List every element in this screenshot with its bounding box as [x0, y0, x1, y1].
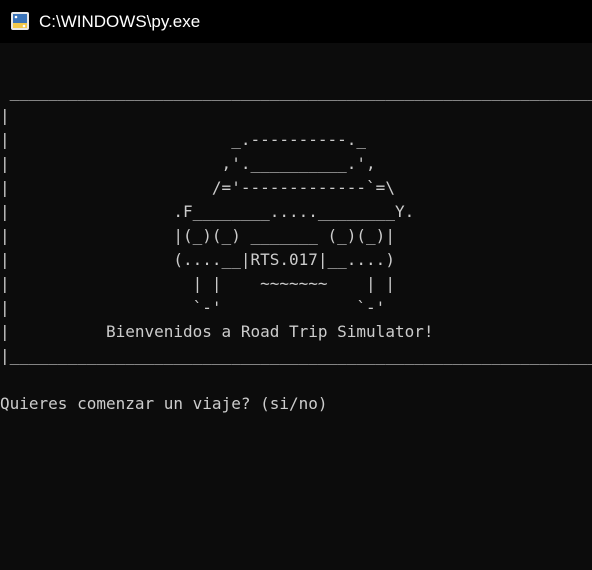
console-line: |_______________________________________…: [0, 346, 592, 365]
console-line: | Bienvenidos a Road Trip Simulator! |: [0, 322, 592, 341]
console-output: ________________________________________…: [0, 80, 592, 416]
title-bar: C:\WINDOWS\py.exe: [0, 0, 592, 43]
console-line: ________________________________________…: [0, 82, 592, 101]
console-line: | _.----------._ |: [0, 130, 592, 149]
console-line: | `-' `-' |: [0, 298, 592, 317]
console-line: | |(_)(_) _______ (_)(_)| |: [0, 226, 592, 245]
console-line: | (....__|RTS.017|__....) |: [0, 250, 592, 269]
window-title: C:\WINDOWS\py.exe: [39, 12, 201, 31]
console-line: | | | ~~~~~~~ | | |: [0, 274, 592, 293]
console-line: | ,'.__________.', |: [0, 154, 592, 173]
python-console-icon: [11, 12, 29, 30]
console-line: | /='-------------`=\ |: [0, 178, 592, 197]
console-line: | .F________.....________Y. |: [0, 202, 592, 221]
console-area[interactable]: ________________________________________…: [0, 43, 592, 570]
console-line: | |: [0, 106, 592, 125]
prompt-line: Quieres comenzar un viaje? (si/no): [0, 394, 328, 413]
